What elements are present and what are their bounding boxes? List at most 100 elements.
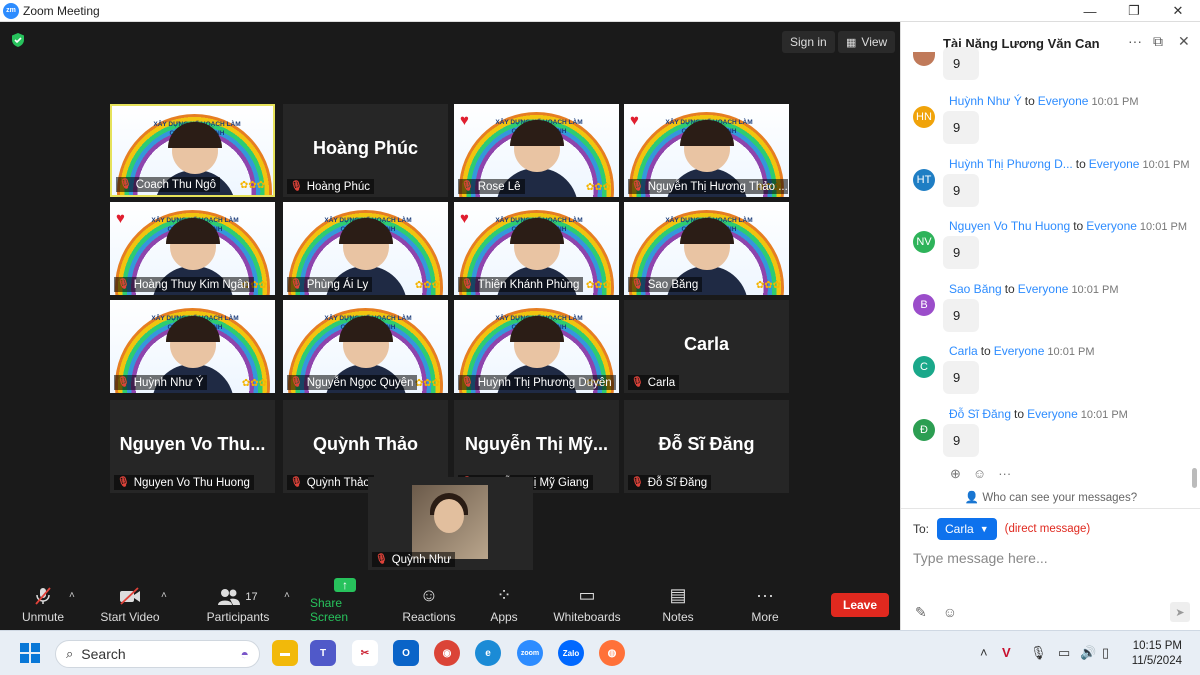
mic-muted-icon: 🎙 [375,554,388,565]
video-options-chevron-icon[interactable]: ˄ [161,590,167,601]
video-tile[interactable]: XÂY DỰNG KẾ HOẠCH LÀM CHỦ CHÍNH MÌNH ✿✿✿… [454,202,619,295]
participant-name: Nguyễn Thị Hương Thảo ... [647,180,788,193]
sender-name[interactable]: Đỗ Sĩ Đăng [949,407,1011,421]
message-meta: Nguyen Vo Thu Huong to Everyone 10:01 PM [949,219,1187,233]
video-tile[interactable]: Hoàng Phúc 🎙 Hoàng Phúc [283,104,448,197]
message-target[interactable]: Everyone [994,344,1045,358]
view-label: View [861,35,888,49]
share-screen-button[interactable]: ↑ Share Screen [310,578,380,630]
close-button[interactable]: ✕ [1156,0,1200,22]
flower-decoration-icon: ✿✿✿ [241,378,267,389]
maximize-button[interactable]: ❐ [1112,0,1156,22]
audio-options-chevron-icon[interactable]: ˄ [69,590,75,601]
start-video-button[interactable]: Start Video [99,580,161,630]
video-tile[interactable]: Carla 🎙 Carla [624,300,789,393]
participant-name: Carla [647,376,676,389]
message-target[interactable]: Everyone [1086,219,1137,233]
search-label: Search [81,646,126,662]
reactions-button[interactable]: ☺ Reactions [402,580,456,630]
participants-button[interactable]: 17 Participants [206,580,270,630]
window-titlebar: zm Zoom Meeting — ❐ ✕ [0,0,1200,22]
view-button[interactable]: ▦ View [838,31,896,53]
message-target[interactable]: Everyone [1018,282,1069,296]
sender-name[interactable]: Huỳnh Thị Phương D... [949,157,1073,171]
taskbar-search[interactable]: ⌕ Search ◓ [55,640,260,668]
video-tile[interactable]: XÂY DỰNG KẾ HOẠCH LÀM CHỦ CHÍNH MÌNH ✿✿✿… [283,300,448,393]
volume-icon[interactable]: 🔊 [1080,645,1096,661]
file-explorer-icon[interactable]: ▬ [272,640,298,666]
network-icon[interactable]: ▭ [1058,645,1070,661]
whiteboards-button[interactable]: ▭ Whiteboards [552,580,622,630]
video-tile-quynh-nhu[interactable]: 🎙 Quỳnh Như [368,477,533,570]
apps-button[interactable]: ⁘ Apps [488,580,520,630]
more-button[interactable]: ··· More [748,580,782,630]
leave-button[interactable]: Leave [831,593,889,617]
more-actions-icon[interactable]: ··· [998,466,1011,482]
unmute-button[interactable]: Unmute [20,580,66,630]
video-tile[interactable]: XÂY DỰNG KẾ HOẠCH LÀM CHỦ CHÍNH MÌNH ✿✿✿… [624,104,789,197]
chrome-icon[interactable]: ◉ [434,640,460,666]
outlook-icon[interactable]: O [393,640,419,666]
sender-name[interactable]: Nguyen Vo Thu Huong [949,219,1070,233]
message-meta: Huỳnh Như Ýto Everyone 10:01 PM [949,94,1139,108]
video-tile[interactable]: XÂY DỰNG KẾ HOẠCH LÀM CHỦ CHÍNH MÌNH ✿✿✿… [283,202,448,295]
sender-name[interactable]: Carla [949,344,978,358]
video-tile[interactable]: XÂY DỰNG KẾ HOẠCH LÀM CHỦ CHÍNH MÌNH ✿✿✿… [110,202,275,295]
video-tile[interactable]: XÂY DỰNG KẾ HOẠCH LÀM CHỦ CHÍNH MÌNH ✿✿✿… [454,300,619,393]
edge-icon[interactable]: e [475,640,501,666]
participant-face [510,120,564,172]
antivirus-icon[interactable]: V [1002,645,1011,660]
emoji-icon[interactable]: ☺ [943,604,957,621]
teams-icon[interactable]: T [310,640,336,666]
to-word: to [1024,94,1035,108]
minimize-button[interactable]: — [1068,0,1112,22]
apps-icon: ⁘ [496,585,512,605]
zoom-app-icon[interactable]: zoom [517,640,543,666]
to-word: to [1014,406,1025,421]
zalo-icon[interactable]: Zalo [558,640,584,666]
chevron-up-icon[interactable]: ˄ [980,645,988,660]
participant-face [680,218,734,270]
message-meta: Huỳnh Thị Phương D... to Everyone 10:01 PM [949,157,1190,171]
participant-name: Quỳnh Thảo [306,476,370,489]
microphone-icon[interactable]: 🎙 [1030,645,1047,661]
video-tile[interactable]: Nguyen Vo Thu... 🎙 Nguyen Vo Thu Huong [110,400,275,493]
emoji-react-icon[interactable]: ☺ [973,466,986,482]
participant-display-name: Quỳnh Thảo [313,434,418,454]
avatar: HN [913,106,935,128]
participant-name-label: 🎙 Phùng Ái Ly [287,277,373,292]
sign-in-button[interactable]: Sign in [782,31,835,53]
flower-decoration-icon: ✿✿✿ [585,280,611,291]
whiteboards-label: Whiteboards [553,610,621,624]
chat-scrollbar[interactable] [1192,468,1197,488]
video-tile[interactable]: XÂY DỰNG KẾ HOẠCH LÀM CHỦ CHÍNH MÌNH ✿✿✿… [454,104,619,197]
windows-start-icon[interactable] [20,643,40,663]
notes-button[interactable]: ▤ Notes [660,580,696,630]
video-tile[interactable]: XÂY DỰNG KẾ HOẠCH LÀM CHỦ CHÍNH MÌNH ✿✿✿… [110,104,275,197]
video-tile[interactable]: XÂY DỰNG KẾ HOẠCH LÀM CHỦ CHÍNH MÌNH ✿✿✿… [110,300,275,393]
battery-icon[interactable]: ▯ [1102,645,1109,661]
participants-chevron-icon[interactable]: ˄ [284,590,290,601]
sender-name[interactable]: Sao Băng [949,282,1002,296]
meeting-toolbar: Unmute ˄ Start Video ˄ 17 Participants ˄… [0,578,900,630]
security-shield-icon[interactable] [11,33,25,47]
firefox-icon[interactable]: ◍ [599,640,625,666]
message-target[interactable]: Everyone [1027,407,1078,421]
reply-icon[interactable]: ⊕ [950,466,961,482]
message-target[interactable]: Everyone [1089,157,1140,171]
message-input[interactable] [913,546,1189,570]
video-tile[interactable]: XÂY DỰNG KẾ HOẠCH LÀM CHỦ CHÍNH MÌNH ✿✿✿… [624,202,789,295]
video-tile[interactable]: Đỗ Sĩ Đăng 🎙 Đỗ Sĩ Đăng [624,400,789,493]
windows-taskbar: ⌕ Search ◓ ▬ T ✂ O ◉ e zoom Zalo ◍ ˄ V 🎙… [0,630,1200,675]
message-target[interactable]: Everyone [1038,94,1089,108]
search-highlight-icon: ◓ [240,646,249,662]
participant-name: Hoàng Phúc [306,180,370,193]
format-text-icon[interactable]: ✎ [915,604,927,621]
window-title: Zoom Meeting [23,3,100,18]
recipient-dropdown[interactable]: Carla ▼ [937,518,997,540]
taskbar-clock[interactable]: 10:15 PM 11/5/2024 [1132,639,1182,669]
sender-name[interactable]: Huỳnh Như Ý [949,94,1022,108]
who-can-see-link[interactable]: 👤 Who can see your messages? [901,490,1200,504]
snipping-tool-icon[interactable]: ✂ [352,640,378,666]
send-icon[interactable]: ➤ [1170,602,1190,622]
